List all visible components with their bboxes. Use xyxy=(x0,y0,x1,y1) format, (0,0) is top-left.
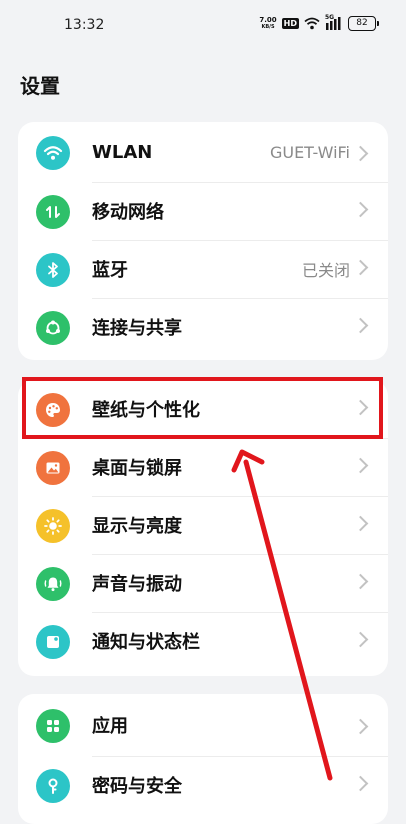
chevron-right-icon xyxy=(352,259,369,276)
chevron-right-icon xyxy=(352,718,369,735)
settings-item-label: 连接与共享 xyxy=(92,318,182,339)
status-icons: 7.00 KB/S HD 5G 82 xyxy=(259,14,379,31)
settings-item-desktop-lockscreen[interactable]: 桌面与锁屏 xyxy=(18,438,388,496)
hd-badge: HD xyxy=(281,18,299,29)
settings-item-value: 已关闭 xyxy=(301,261,350,280)
settings-item-notification-statusbar[interactable]: 通知与状态栏 xyxy=(18,612,388,670)
notification-icon xyxy=(36,625,70,659)
settings-item-label: 声音与振动 xyxy=(92,574,182,595)
battery-indicator: 82 xyxy=(348,16,379,31)
network-speed: 7.00 KB/S xyxy=(259,16,277,31)
page-title: 设置 xyxy=(20,74,60,98)
settings-item-password-security[interactable]: 密码与安全 xyxy=(18,756,388,814)
settings-item-label: 通知与状态栏 xyxy=(92,632,200,653)
key-icon xyxy=(36,769,70,803)
wifi-icon xyxy=(36,136,70,170)
apps-icon xyxy=(36,709,70,743)
chevron-right-icon xyxy=(352,775,369,792)
wifi-signal-icon xyxy=(304,17,320,30)
settings-item-label: 应用 xyxy=(92,716,128,737)
settings-item-label: 桌面与锁屏 xyxy=(92,458,182,479)
chevron-right-icon xyxy=(352,573,369,590)
bluetooth-icon xyxy=(36,253,70,287)
mobile-data-icon xyxy=(36,195,70,229)
settings-item-connection-sharing[interactable]: 连接与共享 xyxy=(18,298,388,356)
status-time: 13:32 xyxy=(64,17,105,33)
settings-item-label: WLAN xyxy=(92,141,153,163)
settings-item-label: 移动网络 xyxy=(92,202,164,223)
settings-group-apps-security: 应用 密码与安全 xyxy=(18,694,388,824)
chevron-right-icon xyxy=(352,515,369,532)
settings-group-connectivity: WLAN GUET-WiFi 移动网络 蓝牙 已关闭 连接与共享 xyxy=(18,122,388,360)
chevron-right-icon xyxy=(352,145,369,162)
image-icon xyxy=(36,451,70,485)
cellular-signal-icon: 5G xyxy=(325,14,343,30)
bell-icon xyxy=(36,567,70,601)
chevron-right-icon xyxy=(352,631,369,648)
settings-item-wlan[interactable]: WLAN GUET-WiFi xyxy=(18,122,388,182)
chevron-right-icon xyxy=(352,201,369,218)
highlight-box xyxy=(22,377,383,439)
chevron-right-icon xyxy=(352,317,369,334)
settings-item-sound-vibration[interactable]: 声音与振动 xyxy=(18,554,388,612)
settings-item-mobile-network[interactable]: 移动网络 xyxy=(18,182,388,240)
settings-item-value: GUET-WiFi xyxy=(269,142,350,162)
status-bar: 13:32 7.00 KB/S HD 5G 82 xyxy=(0,0,406,48)
settings-item-display-brightness[interactable]: 显示与亮度 xyxy=(18,496,388,554)
settings-item-bluetooth[interactable]: 蓝牙 已关闭 xyxy=(18,240,388,298)
settings-item-apps[interactable]: 应用 xyxy=(18,694,388,756)
share-icon xyxy=(36,311,70,345)
settings-item-label: 密码与安全 xyxy=(92,776,182,797)
chevron-right-icon xyxy=(352,457,369,474)
sun-icon xyxy=(36,509,70,543)
settings-item-label: 显示与亮度 xyxy=(92,516,182,537)
settings-item-label: 蓝牙 xyxy=(92,260,128,281)
